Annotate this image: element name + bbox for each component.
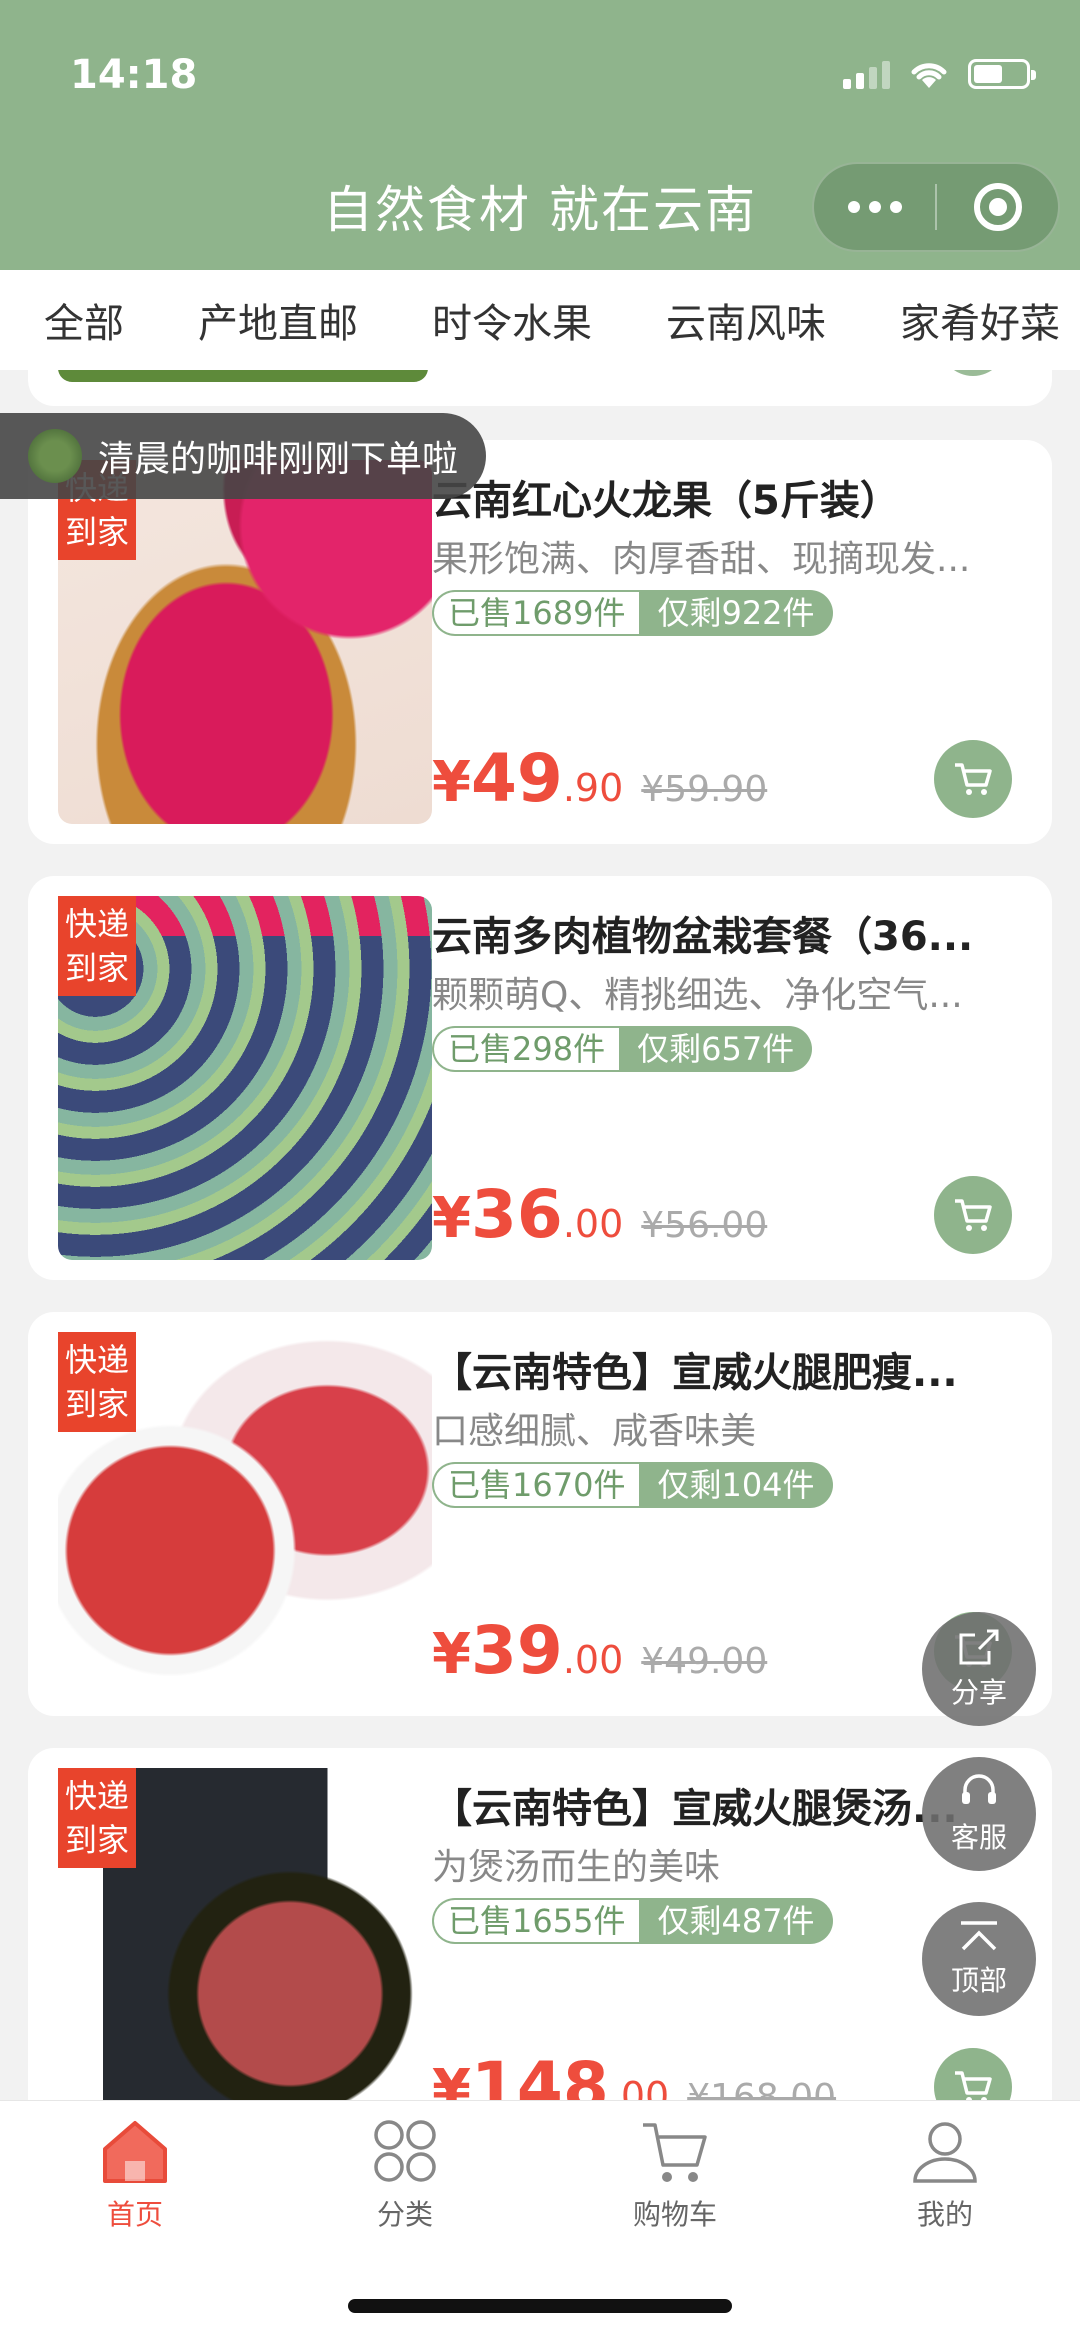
- product-list: 快递 到家 云南红心火龙果（5斤装） 果形饱满、肉厚香甜、现摘现发... 已售1…: [0, 370, 1080, 2100]
- price-integer: 148: [470, 2048, 609, 2100]
- status-time: 14:18: [70, 52, 198, 98]
- currency-symbol: ¥: [432, 1186, 471, 1251]
- original-price: ¥168.00: [687, 2077, 837, 2100]
- more-options-button[interactable]: [814, 201, 935, 213]
- tab-origin-direct[interactable]: 产地直邮: [198, 291, 358, 349]
- nav-category-label: 分类: [376, 2198, 433, 2231]
- nav-home-label: 首页: [106, 2198, 163, 2231]
- price-integer: 49: [470, 740, 563, 817]
- price-decimal: .00: [608, 2074, 670, 2100]
- signal-icon: [843, 59, 890, 89]
- product-image: [58, 370, 428, 382]
- product-card-partial[interactable]: [28, 370, 1052, 406]
- bottom-nav: 首页 分类 购物车 我的: [0, 2100, 1080, 2339]
- toast-message: 清晨的咖啡刚刚下单啦: [98, 439, 459, 480]
- sold-count: 已售1655件: [432, 1898, 640, 1944]
- nav-mine[interactable]: 我的: [810, 2101, 1080, 2251]
- product-title: 【云南特色】宣威火腿肥瘦...: [432, 1350, 958, 1396]
- add-to-cart-button[interactable]: [934, 2048, 1012, 2100]
- customer-service-button[interactable]: 客服: [922, 1757, 1036, 1871]
- product-card[interactable]: 快递 到家 云南红心火龙果（5斤装） 果形饱满、肉厚香甜、现摘现发... 已售1…: [28, 440, 1052, 844]
- back-to-top-button[interactable]: 顶部: [922, 1902, 1036, 2016]
- top-label: 顶部: [950, 1964, 1007, 1997]
- currency-symbol: ¥: [432, 2058, 471, 2100]
- wifi-icon: [911, 63, 947, 88]
- order-toast: 清晨的咖啡刚刚下单啦: [0, 413, 487, 499]
- express-badge: 快递 到家: [58, 1768, 136, 1868]
- nav-home[interactable]: 首页: [0, 2101, 270, 2251]
- cart-icon: [955, 763, 992, 795]
- add-to-cart-button[interactable]: [934, 1176, 1012, 1254]
- cart-icon: [643, 2123, 707, 2182]
- close-miniprogram-button[interactable]: [937, 183, 1058, 231]
- product-title: 云南红心火龙果（5斤装）: [432, 478, 900, 524]
- category-tabs: 全部 产地直邮 时令水果 云南风味 家肴好菜: [0, 270, 1080, 383]
- share-label: 分享: [950, 1676, 1007, 1709]
- original-price: ¥56.00: [641, 1205, 768, 1246]
- sold-count: 已售1689件: [432, 590, 640, 636]
- express-badge: 快递 到家: [58, 1332, 136, 1432]
- add-to-cart-button[interactable]: [940, 370, 1006, 376]
- product-desc: 颗颗萌Q、精挑细选、净化空气...: [432, 975, 963, 1016]
- stock-info: 已售1689件 仅剩922件: [432, 590, 833, 636]
- tab-yunnan-flavor[interactable]: 云南风味: [666, 291, 826, 349]
- tab-home-dishes[interactable]: 家肴好菜: [900, 291, 1060, 349]
- product-title: 云南多肉植物盆栽套餐（36...: [432, 914, 974, 960]
- sold-count: 已售298件: [432, 1026, 620, 1072]
- price: ¥ 148 .00 ¥168.00: [432, 2048, 836, 2100]
- price: ¥ 39 .00 ¥49.00: [432, 1612, 767, 1689]
- status-icons: [843, 58, 1036, 90]
- product-desc: 果形饱满、肉厚香甜、现摘现发...: [432, 539, 971, 580]
- currency-symbol: ¥: [432, 1622, 471, 1687]
- nav-cart[interactable]: 购物车: [540, 2101, 810, 2251]
- avatar: [28, 429, 82, 483]
- product-desc: 口感细腻、咸香味美: [432, 1411, 757, 1452]
- arrow-up-icon: [961, 1921, 997, 1951]
- original-price: ¥59.90: [641, 769, 768, 810]
- product-card[interactable]: 快递 到家 【云南特色】宣威火腿煲汤... 为煲汤而生的美味 已售1655件 仅…: [28, 1748, 1052, 2100]
- express-badge: 快递 到家: [58, 896, 136, 996]
- currency-symbol: ¥: [432, 750, 471, 815]
- add-to-cart-button[interactable]: [934, 740, 1012, 818]
- sold-count: 已售1670件: [432, 1462, 640, 1508]
- home-icon: [103, 2121, 167, 2183]
- product-card[interactable]: 快递 到家 云南多肉植物盆栽套餐（36... 颗颗萌Q、精挑细选、净化空气...…: [28, 876, 1052, 1280]
- price-decimal: .00: [562, 1202, 624, 1246]
- remaining-count: 仅剩657件: [619, 1026, 813, 1072]
- share-button[interactable]: 分享: [922, 1612, 1036, 1726]
- remaining-count: 仅剩487件: [639, 1898, 833, 1944]
- top-header: 14:18 自然食材 就在云南: [0, 0, 1080, 270]
- nav-category[interactable]: 分类: [270, 2101, 540, 2251]
- home-indicator: [348, 2299, 732, 2313]
- nav-mine-label: 我的: [916, 2198, 973, 2231]
- stock-info: 已售1670件 仅剩104件: [432, 1462, 833, 1508]
- service-label: 客服: [950, 1821, 1007, 1854]
- price-integer: 36: [470, 1176, 563, 1253]
- miniprogram-capsule: [812, 162, 1060, 252]
- battery-icon: [968, 59, 1036, 89]
- price: ¥ 49 .90 ¥59.90: [432, 740, 767, 817]
- user-icon: [913, 2122, 977, 2183]
- headset-icon: [962, 1774, 996, 1804]
- original-price: ¥49.00: [641, 1641, 768, 1682]
- stock-info: 已售1655件 仅剩487件: [432, 1898, 833, 1944]
- tab-seasonal-fruit[interactable]: 时令水果: [432, 291, 592, 349]
- remaining-count: 仅剩104件: [639, 1462, 833, 1508]
- price-integer: 39: [470, 1612, 563, 1689]
- price-decimal: .00: [562, 1638, 624, 1682]
- price: ¥ 36 .00 ¥56.00: [432, 1176, 767, 1253]
- price-decimal: .90: [562, 766, 624, 810]
- category-icon: [374, 2120, 436, 2182]
- stock-info: 已售298件 仅剩657件: [432, 1026, 813, 1072]
- remaining-count: 仅剩922件: [639, 590, 833, 636]
- share-icon: [959, 1629, 999, 1665]
- target-icon: [973, 183, 1022, 231]
- cart-icon: [955, 1199, 992, 1231]
- nav-cart-label: 购物车: [632, 2198, 717, 2231]
- product-card[interactable]: 快递 到家 【云南特色】宣威火腿肥瘦... 口感细腻、咸香味美 已售1670件 …: [28, 1312, 1052, 1716]
- cart-icon: [955, 2071, 992, 2100]
- tab-all[interactable]: 全部: [44, 291, 124, 383]
